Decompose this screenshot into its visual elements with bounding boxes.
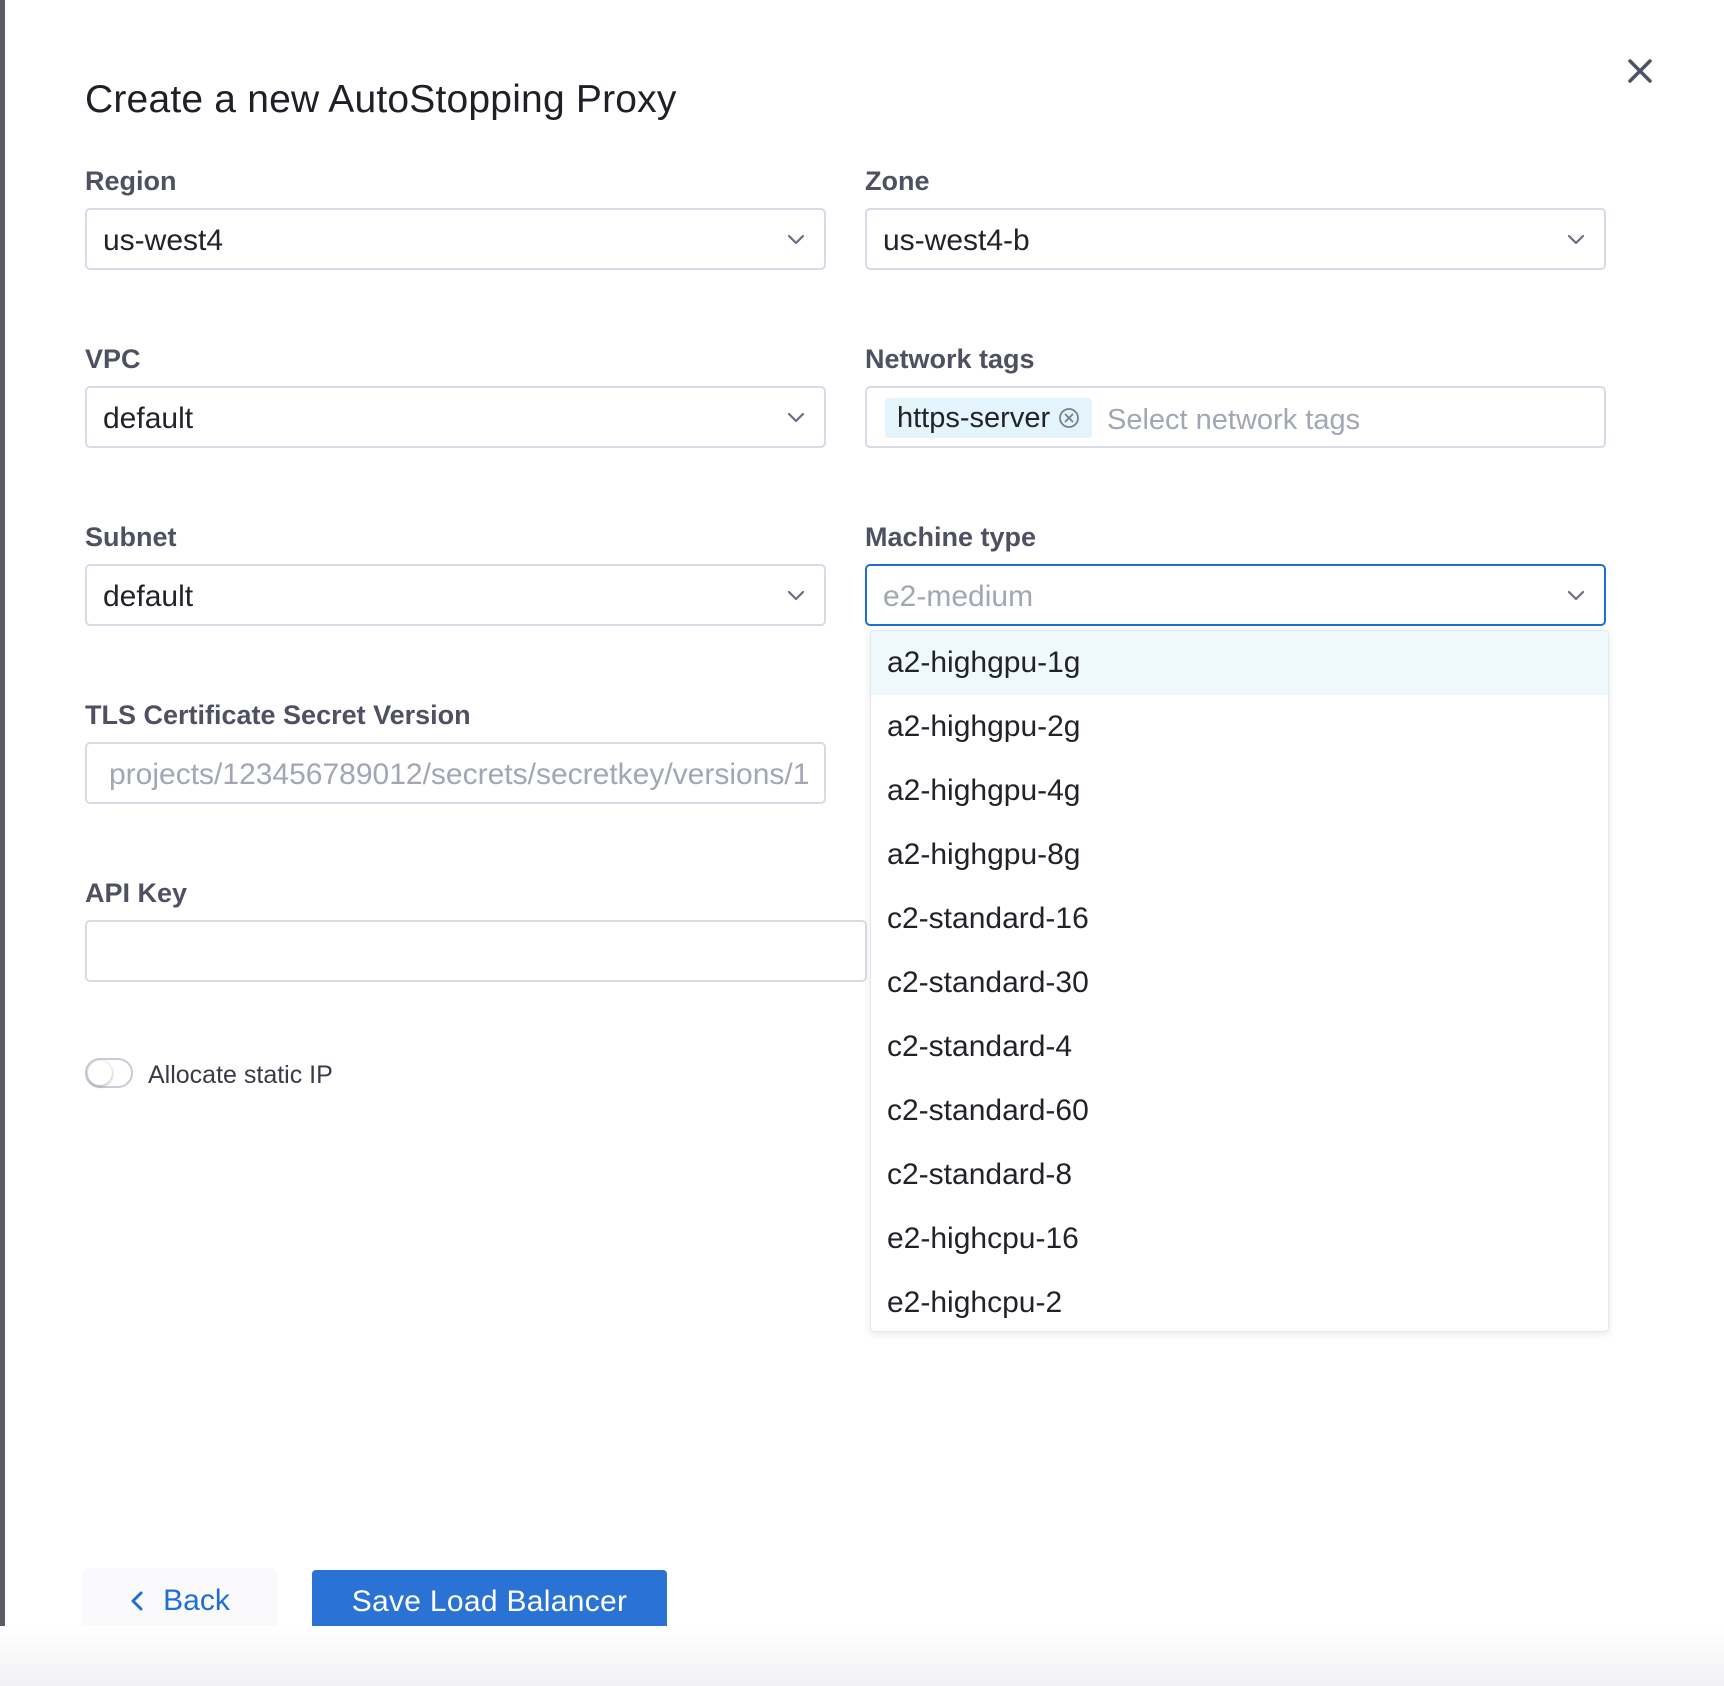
- api-key-input[interactable]: [85, 920, 867, 982]
- network-tags-placeholder: Select network tags: [1107, 404, 1361, 436]
- machine-type-option[interactable]: a2-highgpu-8g: [871, 823, 1608, 887]
- close-icon: [1628, 59, 1652, 83]
- chevron-down-icon: [1567, 234, 1585, 245]
- bottom-shade: [0, 1626, 1724, 1686]
- tls-label: TLS Certificate Secret Version: [85, 700, 471, 730]
- back-button[interactable]: Back: [83, 1568, 276, 1634]
- machine-type-label: Machine type: [865, 522, 1037, 552]
- chevron-down-icon: [1567, 590, 1585, 601]
- remove-tag-icon[interactable]: [1058, 407, 1080, 429]
- machine-type-option[interactable]: a2-highgpu-1g: [871, 631, 1608, 695]
- region-label: Region: [85, 166, 177, 196]
- tls-input[interactable]: projects/123456789012/secrets/secretkey/…: [85, 742, 826, 804]
- machine-type-option[interactable]: c2-standard-4: [871, 1015, 1608, 1079]
- dialog-title: Create a new AutoStopping Proxy: [85, 78, 677, 121]
- vpc-value: default: [103, 402, 194, 435]
- machine-type-option[interactable]: e2-highcpu-2: [871, 1271, 1608, 1331]
- network-tag-chip: https-server: [885, 398, 1093, 438]
- save-load-balancer-button[interactable]: Save Load Balancer: [312, 1570, 667, 1634]
- static-ip-label: Allocate static IP: [148, 1061, 333, 1089]
- tls-placeholder: projects/123456789012/secrets/secretkey/…: [109, 758, 810, 791]
- machine-type-option[interactable]: a2-highgpu-4g: [871, 759, 1608, 823]
- region-value: us-west4: [103, 224, 224, 257]
- subnet-value: default: [103, 580, 194, 613]
- zone-label: Zone: [865, 166, 930, 196]
- chevron-down-icon: [787, 590, 805, 601]
- network-tags-label: Network tags: [865, 344, 1035, 374]
- machine-type-option[interactable]: c2-standard-30: [871, 951, 1608, 1015]
- machine-type-option[interactable]: a2-highgpu-2g: [871, 695, 1608, 759]
- save-button-label: Save Load Balancer: [351, 1585, 628, 1618]
- machine-type-option[interactable]: c2-standard-60: [871, 1079, 1608, 1143]
- subnet-label: Subnet: [85, 522, 177, 552]
- close-button[interactable]: [1619, 50, 1661, 92]
- region-select[interactable]: us-west4: [85, 208, 826, 270]
- create-proxy-dialog: Create a new AutoStopping Proxy Region u…: [5, 0, 1724, 1686]
- toggle-knob: [88, 1061, 112, 1085]
- vpc-select[interactable]: default: [85, 386, 826, 448]
- subnet-select[interactable]: default: [85, 564, 826, 626]
- machine-type-option[interactable]: c2-standard-8: [871, 1143, 1608, 1207]
- machine-type-select[interactable]: e2-medium: [865, 564, 1606, 626]
- machine-type-dropdown: a2-highgpu-1g a2-highgpu-2g a2-highgpu-4…: [870, 630, 1609, 1332]
- chevron-down-icon: [787, 412, 805, 423]
- back-button-label: Back: [163, 1584, 230, 1617]
- api-key-label: API Key: [85, 878, 188, 908]
- machine-type-option[interactable]: c2-standard-16: [871, 887, 1608, 951]
- zone-select[interactable]: us-west4-b: [865, 208, 1606, 270]
- machine-type-placeholder: e2-medium: [883, 580, 1034, 613]
- chevron-down-icon: [787, 234, 805, 245]
- zone-value: us-west4-b: [883, 224, 1030, 257]
- static-ip-toggle[interactable]: [85, 1058, 133, 1088]
- machine-type-option[interactable]: e2-highcpu-16: [871, 1207, 1608, 1271]
- network-tag-label: https-server: [897, 401, 1051, 434]
- network-tags-input[interactable]: https-server Select network tags: [865, 386, 1606, 448]
- vpc-label: VPC: [85, 344, 141, 374]
- chevron-left-icon: [131, 1591, 143, 1611]
